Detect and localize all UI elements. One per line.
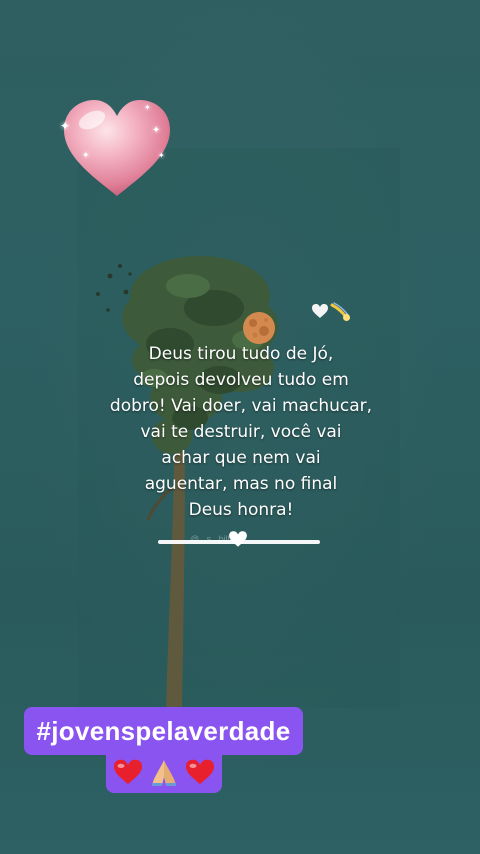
quote-line: Deus tirou tudo de Jó, bbox=[148, 344, 334, 364]
red-heart-icon bbox=[186, 759, 214, 785]
white-heart-icon bbox=[311, 303, 329, 319]
quote-line: vai te destruir, você vai bbox=[140, 422, 342, 442]
hashtag-badge[interactable]: #jovenspelaverdade bbox=[24, 707, 303, 755]
sparkle-icon: ✦ bbox=[82, 151, 90, 161]
emoji-badge bbox=[106, 751, 222, 793]
quote-line: Deus honra! bbox=[188, 500, 294, 520]
quote-text: Deus tirou tudo de Jó, depois devolveu t… bbox=[96, 341, 386, 523]
quote-line: dobro! Vai doer, vai machucar, bbox=[109, 396, 373, 416]
sparkle-icon: ✦ bbox=[158, 151, 165, 160]
quote-line: depois devolveu tudo em bbox=[133, 370, 349, 390]
comet-icon bbox=[330, 301, 352, 323]
praying-hands-icon bbox=[152, 760, 176, 786]
white-heart-icon bbox=[228, 530, 248, 548]
sparkle-icon: ✦ bbox=[152, 125, 161, 136]
pink-heart-sparkle-icon: ✦ ✦ ✦ ✦ ✦ bbox=[58, 96, 176, 200]
quote-line: aguentar, mas no final bbox=[144, 474, 338, 494]
full-moon-icon bbox=[242, 311, 276, 345]
hashtag-text: #jovenspelaverdade bbox=[36, 715, 291, 746]
sparkle-icon: ✦ bbox=[60, 119, 71, 133]
red-heart-icon bbox=[114, 759, 142, 785]
sparkle-icon: ✦ bbox=[144, 103, 151, 112]
quote-line: achar que nem vai bbox=[161, 448, 321, 468]
